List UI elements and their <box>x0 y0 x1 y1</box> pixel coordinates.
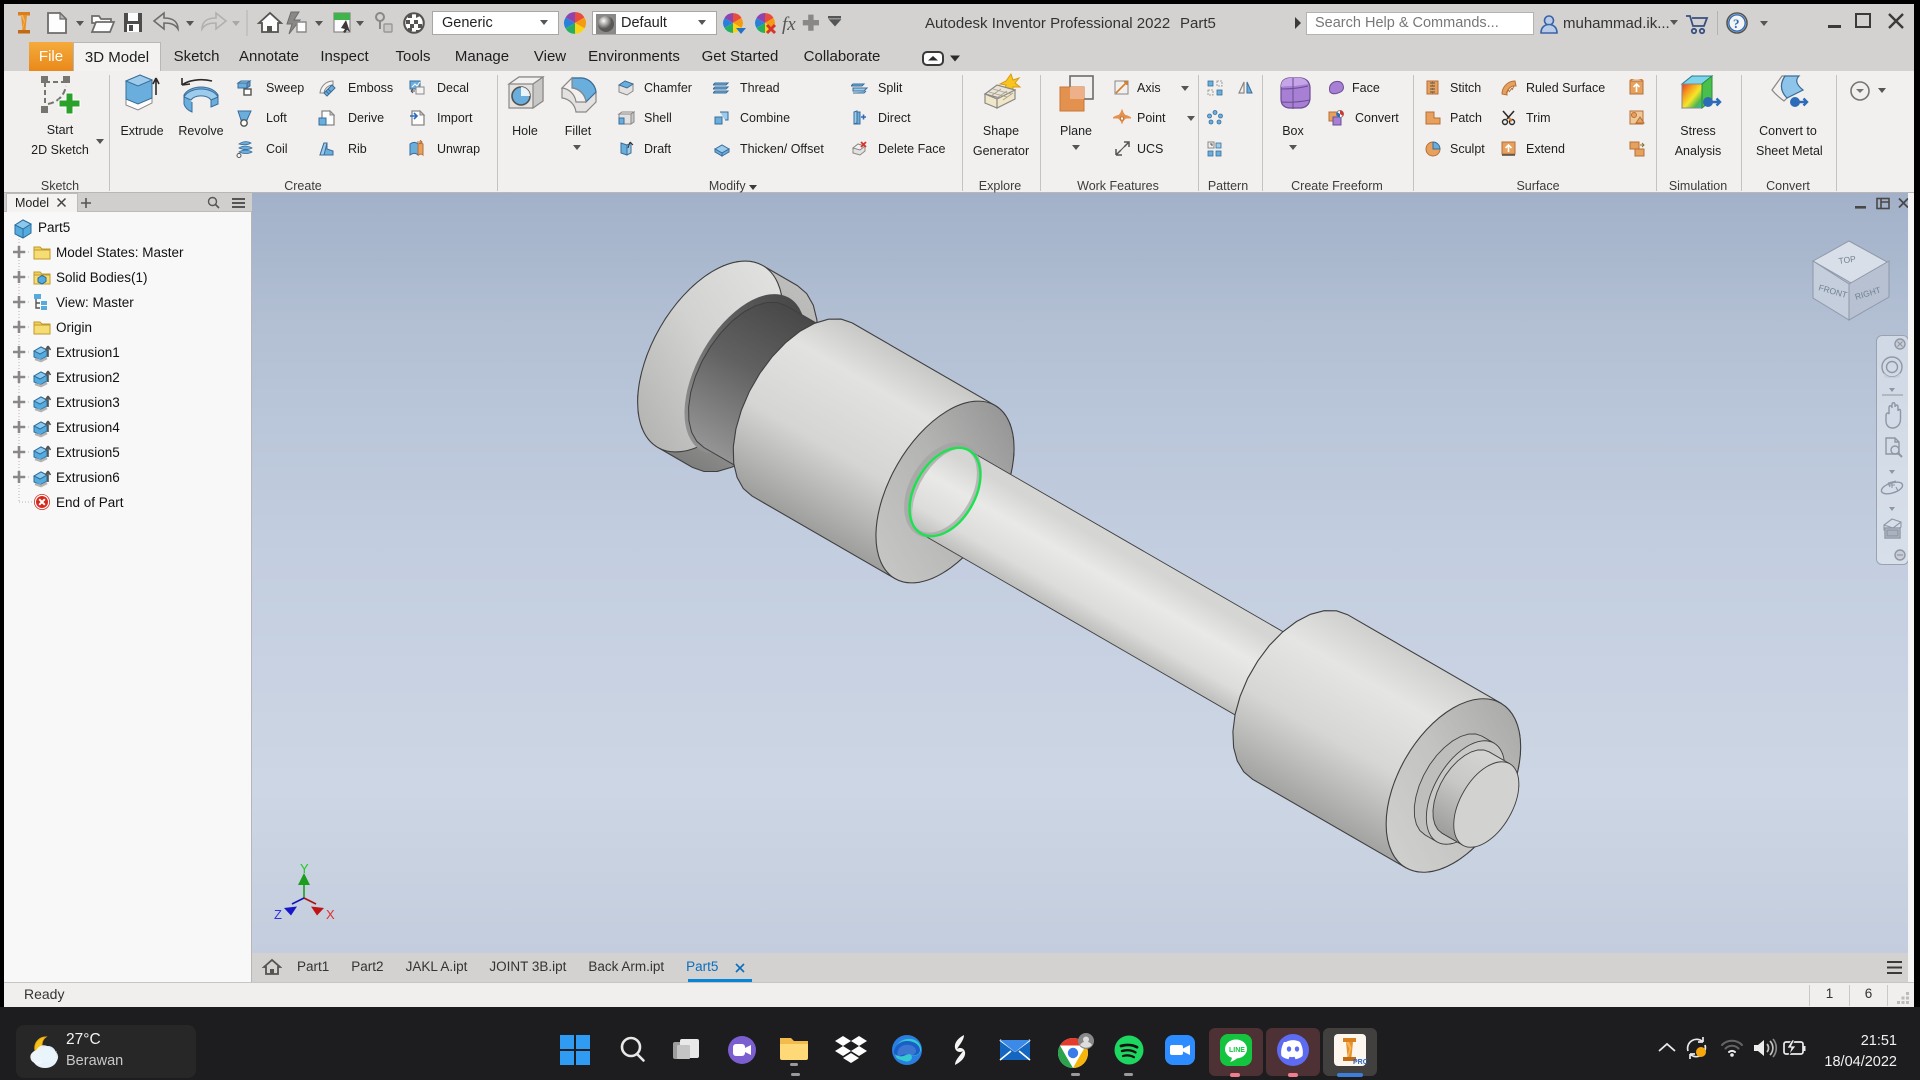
svg-text:X: X <box>326 907 335 922</box>
svg-text:LINE: LINE <box>1229 1047 1245 1054</box>
svg-text:PRO: PRO <box>1353 1059 1367 1066</box>
svg-text:?: ? <box>1733 16 1740 31</box>
svg-text:fx: fx <box>782 14 796 35</box>
svg-text:Z: Z <box>274 907 282 922</box>
svg-text:Y: Y <box>300 861 309 876</box>
